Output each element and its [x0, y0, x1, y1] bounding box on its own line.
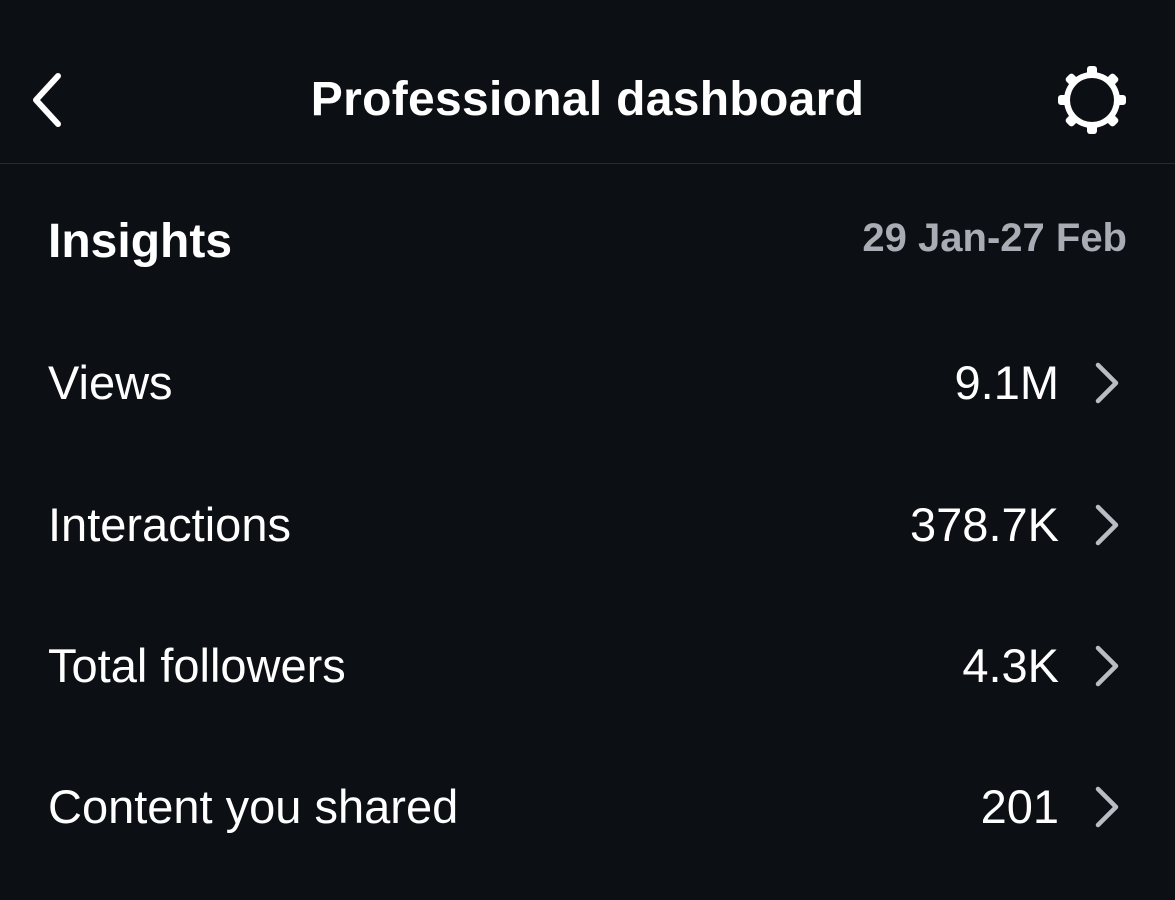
metric-value: 9.1M	[954, 356, 1060, 409]
settings-button[interactable]	[1050, 58, 1134, 142]
metric-value: 4.3K	[962, 639, 1059, 692]
metric-value: 201	[980, 780, 1059, 833]
insights-title: Insights	[48, 215, 233, 268]
chevron-right-icon	[1095, 786, 1119, 828]
metric-row-content-shared[interactable]: Content you shared 201	[0, 752, 1175, 862]
date-range[interactable]: 29 Jan-27 Feb	[862, 208, 1127, 268]
gear-icon	[1058, 66, 1126, 134]
metric-row-interactions[interactable]: Interactions 378.7K	[0, 470, 1175, 580]
chevron-right-icon	[1095, 504, 1119, 546]
chevron-right-icon	[1095, 362, 1119, 404]
metric-label: Total followers	[48, 639, 346, 692]
page-title: Professional dashboard	[310, 73, 865, 126]
top-header: Professional dashboard	[0, 0, 1175, 164]
metric-label: Interactions	[48, 498, 291, 551]
metric-row-views[interactable]: Views 9.1M	[0, 328, 1175, 438]
metric-label: Content you shared	[48, 780, 459, 833]
insights-header: Insights 29 Jan-27 Feb	[0, 200, 1175, 280]
metric-label: Views	[48, 356, 173, 409]
chevron-right-icon	[1095, 645, 1119, 687]
metric-value: 378.7K	[910, 498, 1059, 551]
metric-row-total-followers[interactable]: Total followers 4.3K	[0, 611, 1175, 721]
